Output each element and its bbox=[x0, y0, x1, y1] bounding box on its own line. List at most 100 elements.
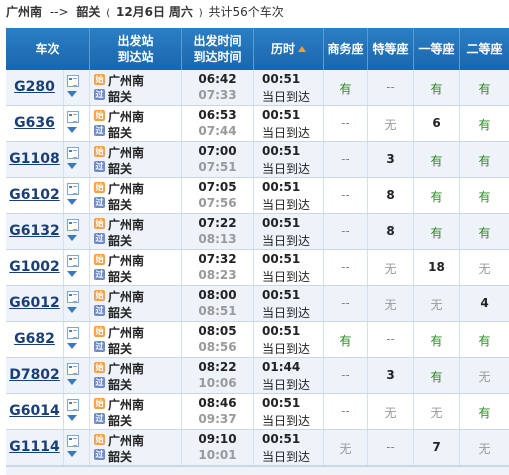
table-row[interactable]: G1108 始广州南过韶关 07:00 07:51 00:51 当日到达 -- 3 有 有 bbox=[6, 142, 509, 178]
duration-cell: 01:44 当日到达 bbox=[254, 358, 324, 393]
train-number-cell: G1002 bbox=[6, 250, 64, 285]
expand-arrow-icon[interactable] bbox=[67, 199, 77, 205]
origin-badge-icon: 始 bbox=[94, 218, 105, 229]
stop-info-icon[interactable] bbox=[67, 75, 79, 87]
col-arrive-time[interactable]: 到达时间 bbox=[193, 49, 241, 65]
train-number-link[interactable]: G6102 bbox=[6, 187, 63, 203]
seat-special-cell: 3 bbox=[368, 142, 414, 177]
stop-info-icon[interactable] bbox=[67, 363, 79, 375]
stop-info-icon[interactable] bbox=[67, 183, 79, 195]
depart-time: 08:05 bbox=[198, 324, 237, 338]
expand-arrow-icon[interactable] bbox=[67, 127, 77, 133]
seat-special-cell: 无 bbox=[368, 286, 414, 321]
stop-info-icon[interactable] bbox=[67, 291, 79, 303]
train-number-link[interactable]: G1114 bbox=[6, 439, 63, 455]
expand-arrow-icon[interactable] bbox=[67, 451, 77, 457]
arrive-time: 10:01 bbox=[198, 448, 237, 462]
table-row[interactable]: G1114 始广州南过韶关 09:10 10:01 00:51 当日到达 无 -- 7 无 bbox=[6, 430, 509, 466]
arrival-note: 当日到达 bbox=[262, 342, 311, 356]
train-tools bbox=[64, 358, 90, 393]
train-number-link[interactable]: G1002 bbox=[6, 259, 63, 275]
arrive-station: 韶关 bbox=[108, 198, 133, 212]
train-number-link[interactable]: G636 bbox=[6, 115, 63, 131]
table-row[interactable]: G6102 始广州南过韶关 07:05 07:56 00:51 当日到达 -- 8 有 有 bbox=[6, 178, 509, 214]
seat-special-cell: -- bbox=[368, 70, 414, 105]
col-stations: 出发站 到达站 bbox=[90, 28, 182, 70]
train-number-cell: D7802 bbox=[6, 358, 64, 393]
duration: 00:51 bbox=[262, 324, 301, 338]
expand-arrow-icon[interactable] bbox=[67, 163, 77, 169]
table-row[interactable]: D7802 始广州南过韶关 08:22 10:06 01:44 当日到达 -- 3 有 无 bbox=[6, 358, 509, 394]
expand-arrow-icon[interactable] bbox=[67, 307, 77, 313]
train-number-link[interactable]: G682 bbox=[6, 331, 63, 347]
seat-special-cell: 3 bbox=[368, 358, 414, 393]
seat-business-cell: 有 bbox=[324, 322, 368, 357]
seat-availability: 无 bbox=[384, 118, 397, 132]
seat-availability: 有 bbox=[430, 154, 443, 168]
seat-availability: -- bbox=[341, 404, 350, 418]
seat-business-cell: -- bbox=[324, 250, 368, 285]
arrive-time: 10:06 bbox=[198, 376, 237, 390]
table-row[interactable]: G1002 始广州南过韶关 07:32 08:23 00:51 当日到达 -- 无 18 无 bbox=[6, 250, 509, 286]
expand-arrow-icon[interactable] bbox=[67, 235, 77, 241]
seat-second-cell: 有 bbox=[460, 322, 509, 357]
train-number-link[interactable]: D7802 bbox=[6, 367, 63, 383]
seat-business-cell: -- bbox=[324, 394, 368, 429]
from-station: 广州南 bbox=[6, 5, 43, 19]
arrive-time: 08:23 bbox=[198, 268, 237, 282]
stop-info-icon[interactable] bbox=[67, 111, 79, 123]
arrive-station: 韶关 bbox=[108, 162, 133, 176]
expand-arrow-icon[interactable] bbox=[67, 379, 77, 385]
col-times[interactable]: 出发时间 到达时间 bbox=[182, 28, 254, 70]
seat-special-cell: -- bbox=[368, 430, 414, 465]
arrive-time: 07:51 bbox=[198, 160, 237, 174]
stop-info-icon[interactable] bbox=[67, 147, 79, 159]
depart-time: 08:00 bbox=[198, 288, 237, 302]
travel-weekday: 周六 bbox=[168, 5, 193, 19]
open-paren: ( bbox=[106, 8, 111, 19]
table-row[interactable]: G6014 始广州南过韶关 08:46 09:37 00:51 当日到达 -- 无 无 有 bbox=[6, 394, 509, 430]
duration-cell: 00:51 当日到达 bbox=[254, 286, 324, 321]
train-number-link[interactable]: G6012 bbox=[6, 295, 63, 311]
stop-info-icon[interactable] bbox=[67, 435, 79, 447]
stop-info-icon[interactable] bbox=[67, 399, 79, 411]
expand-arrow-icon[interactable] bbox=[67, 415, 77, 421]
duration: 01:44 bbox=[262, 360, 301, 374]
seat-availability: 有 bbox=[478, 190, 491, 204]
train-number-link[interactable]: G1108 bbox=[6, 151, 63, 167]
stations-cell: 始广州南过韶关 bbox=[90, 106, 182, 141]
train-number-link[interactable]: G280 bbox=[6, 79, 63, 95]
pass-badge-icon: 过 bbox=[94, 341, 105, 352]
table-row[interactable]: G636 始广州南过韶关 06:53 07:44 00:51 当日到达 -- 无 6 有 bbox=[6, 106, 509, 142]
col-arrive-station: 到达站 bbox=[117, 50, 154, 64]
train-number-link[interactable]: G6014 bbox=[6, 403, 63, 419]
arrive-time: 08:56 bbox=[198, 340, 237, 354]
expand-arrow-icon[interactable] bbox=[67, 271, 77, 277]
stop-info-icon[interactable] bbox=[67, 219, 79, 231]
col-depart-time[interactable]: 出发时间 bbox=[193, 33, 241, 49]
train-tools bbox=[64, 142, 90, 177]
sort-ascending-icon[interactable] bbox=[298, 46, 306, 52]
col-train[interactable]: 车次 bbox=[6, 28, 90, 70]
train-number-link[interactable]: G6132 bbox=[6, 223, 63, 239]
col-duration[interactable]: 历时 bbox=[254, 28, 324, 70]
expand-arrow-icon[interactable] bbox=[67, 91, 77, 97]
stop-info-icon[interactable] bbox=[67, 327, 79, 339]
to-station: 韶关 bbox=[76, 5, 101, 19]
seat-business-cell: -- bbox=[324, 178, 368, 213]
stop-info-icon[interactable] bbox=[67, 255, 79, 267]
seat-special-cell: 8 bbox=[368, 214, 414, 249]
train-tools bbox=[64, 286, 90, 321]
col-depart-station: 出发站 bbox=[117, 34, 154, 48]
seat-availability: 有 bbox=[478, 226, 491, 240]
seat-availability: 有 bbox=[339, 334, 352, 348]
table-row[interactable]: G6012 始广州南过韶关 08:00 08:51 00:51 当日到达 -- 无 无 4 bbox=[6, 286, 509, 322]
table-row[interactable]: G6132 始广州南过韶关 07:22 08:13 00:51 当日到达 -- 8 有 有 bbox=[6, 214, 509, 250]
seat-first-cell: 7 bbox=[414, 430, 460, 465]
expand-arrow-icon[interactable] bbox=[67, 343, 77, 349]
seat-business-cell: 有 bbox=[324, 70, 368, 105]
stations-cell: 始广州南过韶关 bbox=[90, 142, 182, 177]
table-row[interactable]: G682 始广州南过韶关 08:05 08:56 00:51 当日到达 有 -- 有 有 bbox=[6, 322, 509, 358]
route-arrow: --> bbox=[49, 5, 69, 19]
table-row[interactable]: G280 始广州南过韶关 06:42 07:33 00:51 当日到达 有 -- 有 有 bbox=[6, 70, 509, 106]
